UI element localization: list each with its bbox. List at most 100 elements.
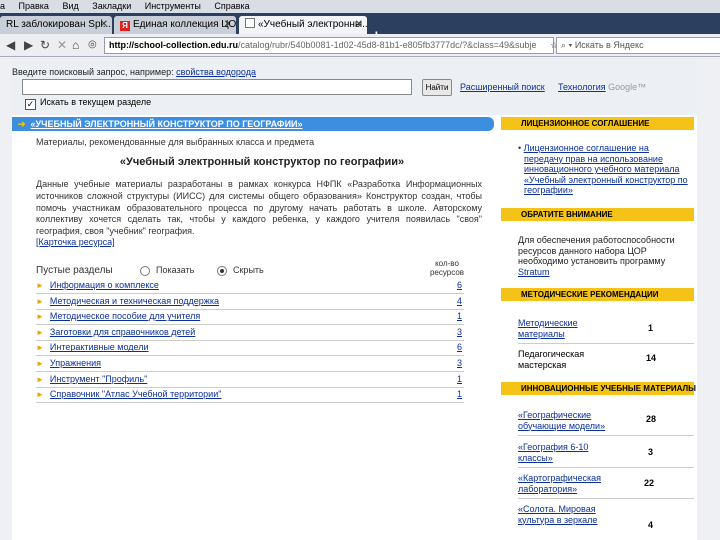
section-row[interactable]: ► Информация о комплексе 6 (36, 278, 464, 294)
close-icon[interactable]: ✕ (224, 16, 232, 34)
innovation-count: 3 (648, 447, 654, 457)
link-line[interactable]: материалы (518, 329, 565, 339)
tab-school-collection[interactable]: Я Единая коллекция ЦО... ✕ (114, 16, 236, 34)
section-link[interactable]: Справочник "Атлас Учебной территории" (50, 389, 222, 399)
find-button[interactable]: Найти (422, 79, 452, 96)
section-row[interactable]: ► Методическое пособие для учителя 1 (36, 309, 464, 326)
link-line[interactable]: обучающие модели» (518, 421, 605, 431)
yandex-favicon-icon: Я (120, 21, 130, 31)
link-line[interactable]: «Солота. Мировая (518, 504, 596, 514)
advanced-search-link[interactable]: Расширенный поиск (460, 82, 545, 92)
divider (518, 435, 694, 436)
text-line: Педагогическая (518, 349, 585, 359)
section-link[interactable]: Интерактивные модели (50, 342, 149, 352)
forward-arrow-icon[interactable]: ▶ (24, 37, 33, 53)
section-count[interactable]: 3 (457, 356, 462, 370)
innovation-count: 22 (644, 478, 655, 488)
menu-item[interactable]: а (0, 1, 5, 11)
search-in-section-checkbox[interactable]: ✓ (25, 99, 36, 110)
link-line[interactable]: Методические (518, 318, 578, 328)
technology-google: Технология Google™ (558, 82, 646, 92)
bullet-arrow-icon: ► (36, 312, 44, 322)
method-count: 14 (646, 353, 657, 363)
search-input[interactable] (22, 79, 412, 95)
technology-link[interactable]: Технология (558, 82, 606, 92)
section-count[interactable]: 1 (457, 387, 462, 401)
section-count[interactable]: 3 (457, 325, 462, 339)
innovation-count: 28 (646, 414, 657, 424)
innovation-count: 4 (648, 520, 654, 530)
stratum-link[interactable]: Stratum (518, 267, 550, 277)
section-row[interactable]: ► Упражнения 3 (36, 356, 464, 372)
link-line[interactable]: передачу прав на использование (524, 154, 663, 164)
menu-item-edit[interactable]: Правка (19, 1, 49, 11)
close-icon[interactable]: ✕ (100, 16, 108, 34)
innovation-item[interactable]: «Солота. Мировая культура в зеркале (518, 504, 597, 525)
attention-text: Для обеспечения работоспособности ресурс… (518, 235, 675, 277)
search-hint: Введите поисковый запрос, например: свой… (12, 67, 256, 77)
link-line[interactable]: «Географические (518, 410, 591, 420)
resource-header-link[interactable]: «УЧЕБНЫЙ ЭЛЕКТРОННЫЙ КОНСТРУКТОР ПО ГЕОГ… (31, 119, 303, 129)
reload-icon[interactable]: ↻ (40, 37, 50, 53)
link-line[interactable]: классы» (518, 453, 553, 463)
divider (518, 498, 694, 499)
link-line[interactable]: лаборатория» (518, 484, 577, 494)
menu-item-view[interactable]: Вид (62, 1, 78, 11)
method-item: Педагогическая мастерская (518, 349, 584, 370)
section-count[interactable]: 1 (457, 309, 462, 323)
section-row[interactable]: ► Методическая и техническая поддержка 4 (36, 294, 464, 310)
link-line[interactable]: «География 6-10 (518, 442, 588, 452)
section-link[interactable]: Методическое пособие для учителя (50, 311, 200, 321)
hide-radio[interactable] (217, 266, 227, 276)
search-hint-text: Введите поисковый запрос, например: (12, 67, 174, 77)
show-radio[interactable] (140, 266, 150, 276)
yandex-search-field[interactable]: ⌕ ▾ Искать в Яндекс (556, 37, 720, 54)
license-agreement-link[interactable]: • Лицензионное соглашение на (518, 143, 688, 154)
stop-icon[interactable]: ✕ (57, 37, 67, 53)
section-row[interactable]: ► Инструмент "Профиль" 1 (36, 372, 464, 388)
link-line[interactable]: «Учебный электронный конструктор по (524, 175, 688, 185)
address-bar[interactable]: http://school-collection.edu.ru/catalog/… (104, 37, 554, 54)
menu-item-bookmarks[interactable]: Закладки (92, 1, 131, 11)
close-icon[interactable]: ✕ (355, 16, 363, 34)
section-count[interactable]: 6 (457, 278, 462, 292)
section-row[interactable]: ► Заготовки для справочников детей 3 (36, 325, 464, 341)
section-row[interactable]: ► Интерактивные модели 6 (36, 340, 464, 357)
section-link[interactable]: Инструмент "Профиль" (50, 374, 147, 384)
tab-url-blocked[interactable]: RL заблокирован Spl... ✕ (0, 16, 112, 34)
search-engine-icon[interactable]: ⌕ ▾ (561, 40, 575, 50)
section-row[interactable]: ► Справочник "Атлас Учебной территории" 1 (36, 387, 464, 404)
tab-geography-constructor[interactable]: «Учебный электронны... ✕ (239, 16, 367, 34)
arrow-right-icon: ➔ (18, 119, 26, 129)
search-example-link[interactable]: свойства водорода (176, 67, 256, 77)
innovation-item[interactable]: «География 6-10 классы» (518, 442, 588, 463)
site-identity-icon[interactable]: ◎ (88, 37, 97, 53)
license-header: ЛИЦЕНЗИОННОЕ СОГЛАШЕНИЕ (501, 117, 694, 130)
resource-card-link[interactable]: [Карточка ресурса] (36, 237, 115, 247)
section-count[interactable]: 1 (457, 372, 462, 386)
section-link[interactable]: Информация о комплексе (50, 280, 159, 290)
link-line[interactable]: инновационного учебного материала (524, 164, 680, 174)
link-line[interactable]: культура в зеркале (518, 515, 597, 525)
link-line[interactable]: «Картографическая (518, 473, 601, 483)
text-line: необходимо установить программу (518, 256, 666, 266)
home-icon[interactable]: ⌂ (72, 37, 79, 53)
bullet-arrow-icon: ► (36, 296, 44, 306)
section-count[interactable]: 4 (457, 294, 462, 308)
tab-title: «Учебный электронны... (258, 19, 367, 30)
section-link[interactable]: Методическая и техническая поддержка (50, 296, 219, 306)
menu-item-help[interactable]: Справка (214, 1, 249, 11)
back-arrow-icon[interactable]: ◀ (6, 37, 15, 53)
link-line[interactable]: Лицензионное соглашение на (524, 143, 649, 153)
section-count[interactable]: 6 (457, 340, 462, 354)
innovation-item[interactable]: «Географические обучающие модели» (518, 410, 605, 431)
attention-header: ОБРАТИТЕ ВНИМАНИЕ (501, 208, 694, 221)
section-link[interactable]: Заготовки для справочников детей (50, 327, 195, 337)
innovation-item[interactable]: «Картографическая лаборатория» (518, 473, 601, 494)
menu-item-tools[interactable]: Инструменты (145, 1, 201, 11)
section-link[interactable]: Упражнения (50, 358, 101, 368)
method-item[interactable]: Методические материалы (518, 318, 578, 339)
radio-selected-dot (220, 269, 224, 273)
navigation-toolbar: ◀ ▶ ↻ ✕ ⌂ ◎ http://school-collection.edu… (0, 34, 720, 57)
link-line[interactable]: географии» (524, 185, 573, 195)
